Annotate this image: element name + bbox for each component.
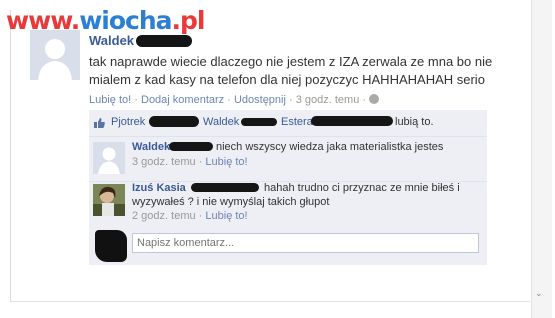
comment-like-link[interactable]: Lubię to! — [205, 156, 247, 168]
post-timestamp[interactable]: 3 godz. temu — [296, 94, 360, 106]
watermark-part2: wiocha — [79, 6, 172, 35]
default-avatar-silhouette-icon — [93, 142, 125, 174]
comment-item: Waldek niech wszyscy wiedza jaka materia… — [89, 137, 487, 182]
scroll-down-arrow-icon[interactable]: ⌄ — [535, 289, 543, 299]
separator: · — [289, 94, 293, 106]
comment-timestamp[interactable]: 2 godz. temu — [132, 210, 196, 222]
comment-timestamp[interactable]: 3 godz. temu — [132, 156, 196, 168]
comment-item: Izuś Kasia hahah trudno ci przyznac ze m… — [89, 182, 487, 226]
comment-text-line1: hahah trudno ci przyznac ze mnie biłeś i — [264, 182, 460, 194]
separator: · — [198, 210, 203, 222]
likes-suffix-text: lubią to. — [395, 116, 434, 128]
watermark-part3: .pl — [171, 6, 206, 35]
comment-like-link[interactable]: Lubię to! — [205, 210, 247, 222]
separator: · — [134, 94, 138, 106]
comment-avatar[interactable] — [93, 142, 125, 174]
comment-avatar[interactable] — [93, 184, 125, 216]
post-author-name[interactable]: Waldek — [89, 33, 134, 48]
post-author-avatar[interactable] — [30, 30, 80, 80]
thumb-up-icon — [94, 118, 105, 128]
comments-panel: Pjotrek Waldek Estera lubią to. Waldek n… — [89, 110, 487, 265]
like-user-link[interactable]: Pjotrek — [111, 116, 145, 128]
redaction-scribble — [241, 118, 277, 126]
redaction-scribble — [191, 183, 259, 192]
comment-author-name[interactable]: Waldek — [132, 141, 170, 153]
current-user-avatar — [95, 230, 127, 262]
post-body-text: tak naprawde wiecie dlaczego nie jestem … — [89, 54, 493, 87]
separator: · — [198, 156, 203, 168]
likes-row: Pjotrek Waldek Estera lubią to. — [89, 110, 487, 137]
comment-actions: 2 godz. temu · Lubię to! — [132, 210, 248, 222]
separator: · — [227, 94, 231, 106]
redaction-scribble — [311, 116, 393, 126]
redaction-scribble — [149, 116, 199, 127]
redaction-scribble — [169, 142, 213, 151]
like-user-link[interactable]: Waldek — [203, 116, 239, 128]
post-comment-link[interactable]: Dodaj komentarz — [141, 94, 224, 106]
like-user-link[interactable]: Estera — [281, 116, 313, 128]
comment-text-line2: wyzywałeś ? i nie wymyślaj takich głupot — [132, 196, 330, 208]
scrollbar[interactable] — [531, 0, 552, 318]
comment-input[interactable] — [132, 233, 479, 253]
separator: · — [362, 94, 367, 106]
default-avatar-silhouette-icon — [30, 30, 80, 80]
profile-photo-icon — [93, 184, 125, 216]
globe-icon[interactable] — [369, 94, 380, 104]
comment-author-name[interactable]: Izuś Kasia — [132, 182, 186, 194]
comment-text: niech wszyscy wiedza jaka materialistka … — [216, 141, 444, 153]
post-frame-bottom-border — [10, 301, 530, 302]
post-actions: Lubię to! · Dodaj komentarz · Udostępnij… — [89, 94, 380, 106]
post-frame-left-border — [10, 10, 11, 302]
post-like-link[interactable]: Lubię to! — [89, 94, 131, 106]
redaction-scribble — [136, 35, 192, 47]
post-share-link[interactable]: Udostępnij — [234, 94, 286, 106]
comment-actions: 3 godz. temu · Lubię to! — [132, 156, 248, 168]
